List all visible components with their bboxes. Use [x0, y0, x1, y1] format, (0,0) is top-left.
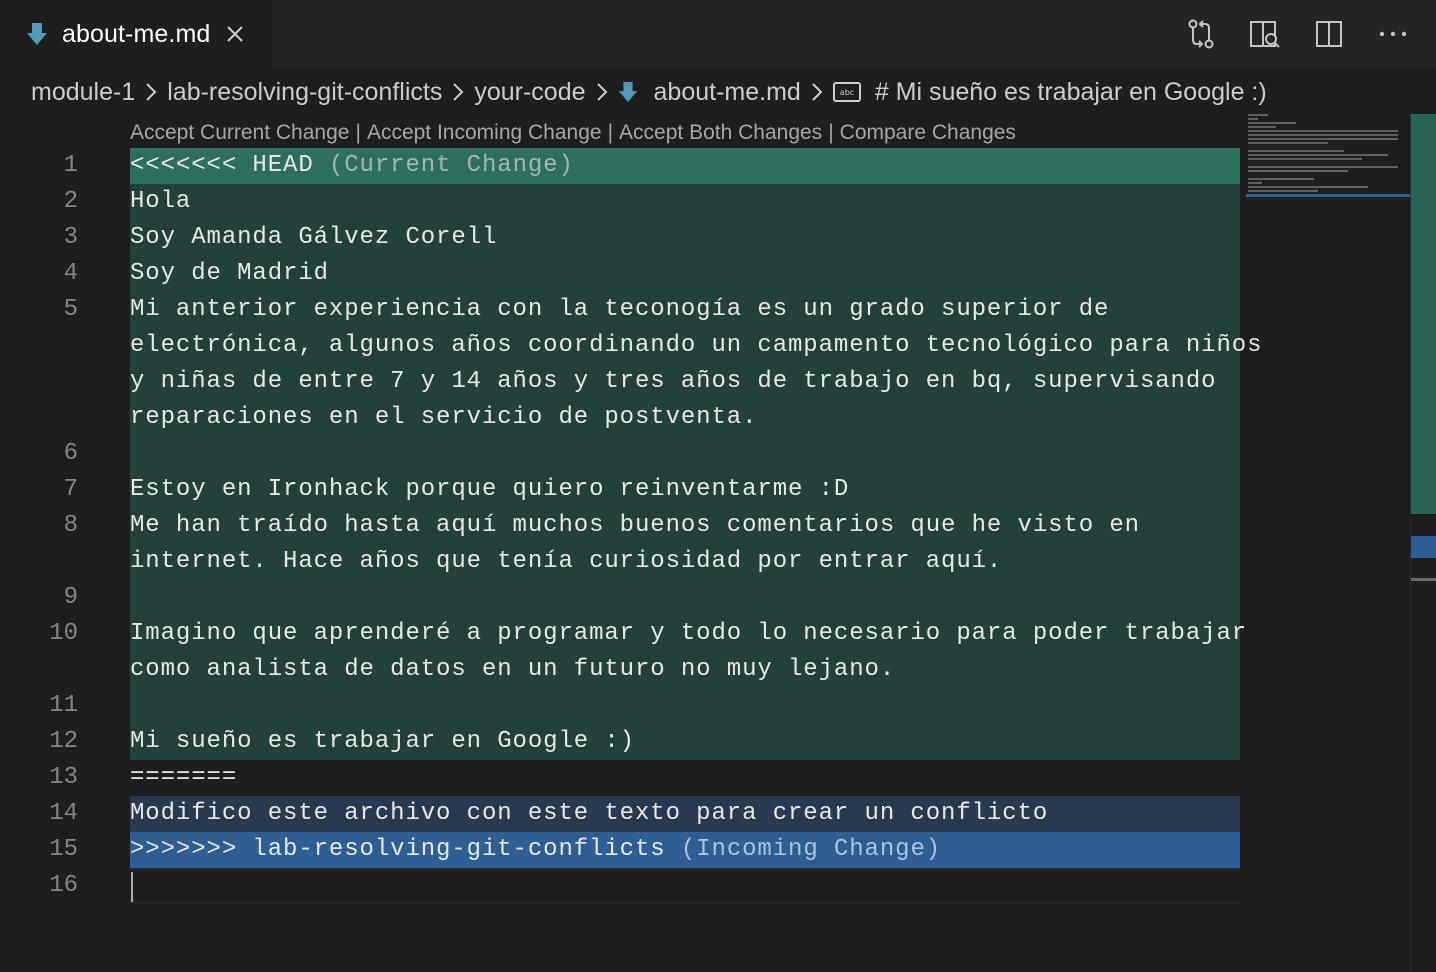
scrollbar-current-change-marker	[1411, 114, 1436, 514]
editor-actions	[1184, 17, 1410, 51]
scrollbar-incoming-change-marker	[1411, 536, 1436, 558]
editor[interactable]: Accept Current Change | Accept Incoming …	[0, 114, 1410, 972]
code-line[interactable]: Soy de Madrid	[130, 256, 329, 292]
line-number: 4	[63, 260, 78, 287]
code-line[interactable]: Soy Amanda Gálvez Corell	[130, 220, 497, 256]
breadcrumb: module-1 lab-resolving-git-conflicts you…	[31, 72, 1267, 112]
code-line[interactable]: Me han traído hasta aquí muchos buenos c…	[130, 508, 1140, 544]
string-symbol-icon: abc	[832, 82, 861, 102]
breadcrumb-item-lab[interactable]: lab-resolving-git-conflicts	[167, 78, 442, 107]
vertical-scrollbar[interactable]	[1410, 114, 1436, 972]
code-line-wrapped[interactable]: internet. Hace años que tenía curiosidad…	[130, 544, 1002, 580]
code-line-wrapped[interactable]: electrónica, algunos años coordinando un…	[130, 328, 1262, 364]
compare-changes-link[interactable]: Compare Changes	[840, 121, 1016, 145]
current-change-label: (Current Change)	[328, 152, 574, 179]
line-number: 15	[49, 836, 78, 863]
line-number: 1	[63, 152, 78, 179]
breadcrumb-item-module[interactable]: module-1	[31, 78, 135, 107]
breadcrumb-item-your-code[interactable]: your-code	[474, 78, 585, 107]
code-line-wrapped[interactable]: y niñas de entre 7 y 14 años y tres años…	[130, 364, 1216, 400]
svg-text:abc: abc	[840, 88, 854, 97]
split-editor-icon[interactable]	[1312, 17, 1346, 51]
accept-current-change-link[interactable]: Accept Current Change	[130, 121, 349, 145]
line-number: 2	[63, 188, 78, 215]
breadcrumb-item-heading[interactable]: # Mi sueño es trabajar en Google :)	[875, 78, 1267, 107]
code-line[interactable]: Hola	[130, 184, 191, 220]
text-cursor	[131, 872, 133, 902]
line-number: 8	[63, 512, 78, 539]
accept-incoming-change-link[interactable]: Accept Incoming Change	[367, 121, 602, 145]
line-number: 13	[49, 764, 78, 791]
tab-bar: about-me.md	[0, 0, 1436, 68]
minimap[interactable]	[1246, 114, 1410, 204]
markdown-arrow-icon	[618, 82, 637, 102]
accept-both-changes-link[interactable]: Accept Both Changes	[619, 121, 822, 145]
conflict-incoming-marker-line[interactable]: >>>>>>> lab-resolving-git-conflicts (Inc…	[130, 832, 941, 868]
breadcrumb-item-file[interactable]: about-me.md	[654, 78, 801, 107]
code-line[interactable]: Modifico este archivo con este texto par…	[130, 796, 1048, 832]
code-line-wrapped[interactable]: como analista de datos en un futuro no m…	[130, 652, 895, 688]
chevron-right-icon	[596, 83, 607, 101]
chevron-right-icon	[812, 83, 823, 101]
line-number: 6	[63, 440, 78, 467]
conflict-current-marker-line[interactable]: <<<<<<< HEAD (Current Change)	[130, 148, 574, 184]
code-line[interactable]: Mi sueño es trabajar en Google :)	[130, 724, 635, 760]
chevron-right-icon	[453, 83, 464, 101]
code-line[interactable]: Imagino que aprenderé a programar y todo…	[130, 616, 1247, 652]
codelens-separator: |	[355, 121, 361, 144]
chevron-right-icon	[146, 83, 157, 101]
markdown-arrow-icon	[27, 23, 47, 45]
current-line-highlight	[130, 868, 1240, 904]
open-preview-to-side-icon[interactable]	[1248, 17, 1282, 51]
open-changes-icon[interactable]	[1184, 17, 1218, 51]
incoming-marker: >>>>>>> lab-resolving-git-conflicts	[130, 836, 666, 863]
code-line[interactable]: Mi anterior experiencia con la teconogía…	[130, 292, 1109, 328]
line-number: 16	[49, 872, 78, 899]
line-number: 5	[63, 296, 78, 323]
codelens-separator: |	[828, 121, 834, 144]
tab-label: about-me.md	[62, 19, 211, 48]
line-number: 9	[63, 584, 78, 611]
conflict-separator-line[interactable]: =======	[130, 760, 237, 796]
merge-conflict-codelens: Accept Current Change | Accept Incoming …	[130, 118, 1016, 148]
code-line[interactable]: Estoy en Ironhack porque quiero reinvent…	[130, 472, 849, 508]
line-number: 3	[63, 224, 78, 251]
line-number: 14	[49, 800, 78, 827]
more-actions-icon[interactable]	[1376, 17, 1410, 51]
tab-about-me[interactable]: about-me.md	[0, 0, 272, 68]
line-number: 11	[49, 692, 78, 719]
incoming-change-label: (Incoming Change)	[680, 836, 942, 863]
line-number: 12	[49, 728, 78, 755]
codelens-separator: |	[607, 121, 614, 144]
line-number-gutter: 1 2 3 4 5 6 7 8 9 10 11 12 13 14 15 16	[0, 114, 100, 972]
line-number: 10	[49, 620, 78, 647]
code-line-wrapped[interactable]: reparaciones en el servicio de postventa…	[130, 400, 757, 436]
close-icon[interactable]	[226, 25, 244, 43]
line-number: 7	[63, 476, 78, 503]
scrollbar-cursor-marker	[1411, 578, 1436, 581]
current-marker: <<<<<<< HEAD	[130, 152, 314, 179]
